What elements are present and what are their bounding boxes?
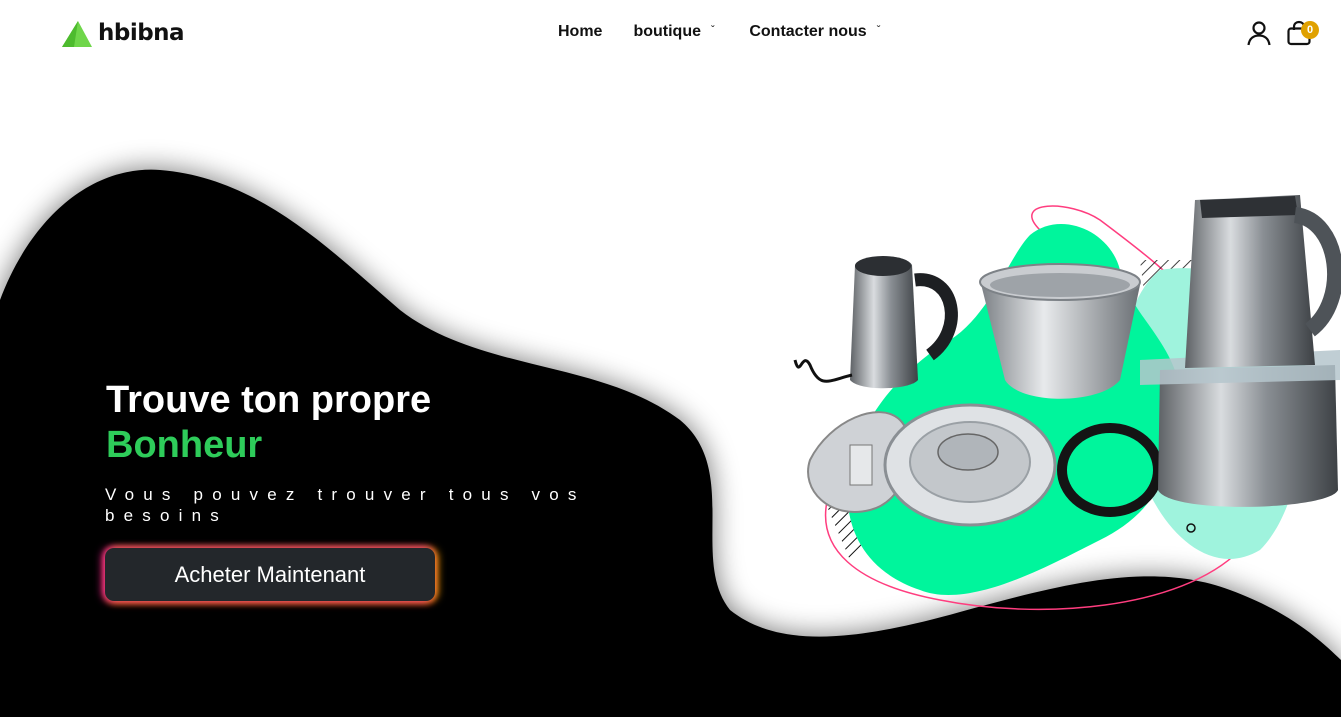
triangle-logo-icon — [62, 21, 92, 47]
nav-contact[interactable]: Contacter nous ˇ — [749, 23, 880, 41]
chevron-down-icon: ˇ — [876, 24, 881, 36]
chevron-down-icon: ˇ — [711, 24, 715, 36]
site-header: hbibna Home boutique ˇ Contacter nous ˇ … — [0, 0, 1341, 68]
main-nav: Home boutique ˇ Contacter nous ˇ — [558, 23, 880, 41]
kitchen-appliances-image — [793, 195, 1341, 611]
brand-name: hbibna — [98, 20, 185, 46]
nav-boutique-label: boutique — [633, 23, 701, 40]
nav-boutique[interactable]: boutique ˇ — [633, 23, 714, 41]
nav-contact-label: Contacter nous — [749, 23, 867, 40]
hero-accent-title: Bonheur — [106, 424, 263, 466]
cart-count-badge: 0 — [1301, 21, 1319, 39]
nav-home[interactable]: Home — [558, 23, 602, 41]
hero-title: Trouve ton propre — [106, 379, 432, 421]
nav-home-label: Home — [558, 23, 603, 40]
buy-now-button[interactable]: Acheter Maintenant — [105, 548, 435, 601]
brand-logo[interactable]: hbibna — [62, 20, 185, 48]
hero-subtitle: Vous pouvez trouver tous vos besoins — [105, 485, 586, 525]
user-icon[interactable] — [1246, 20, 1272, 46]
